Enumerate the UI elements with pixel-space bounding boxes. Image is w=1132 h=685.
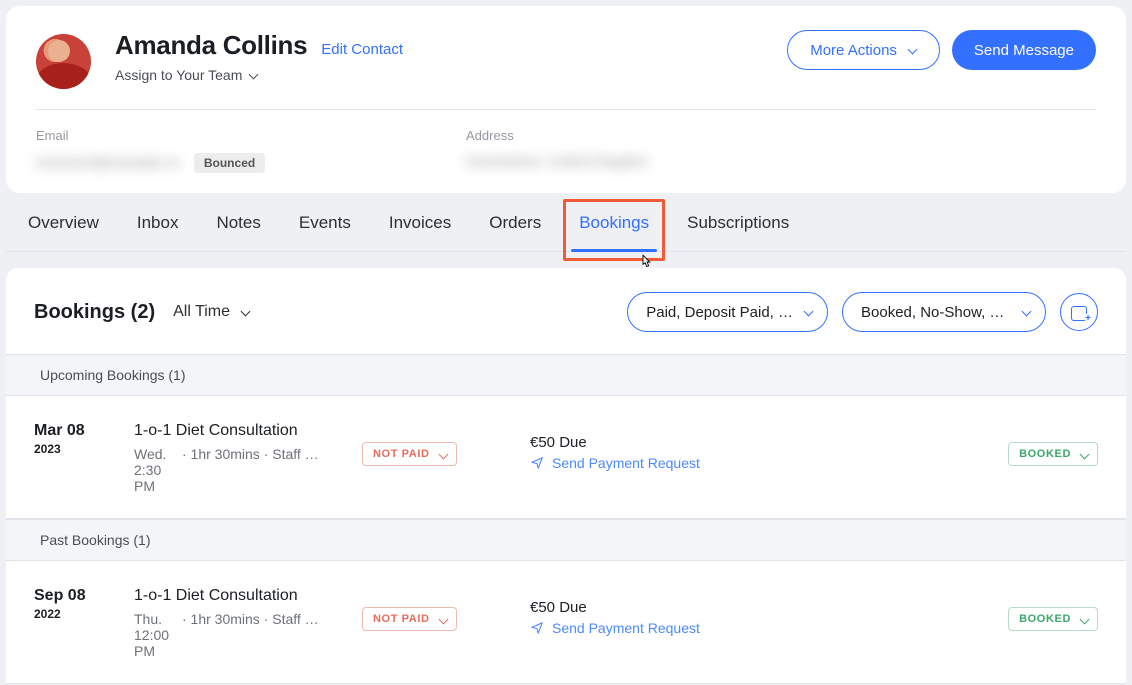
booking-row[interactable]: Mar 08 2023 1-o-1 Diet Consultation Wed. 2:… [6,396,1126,519]
contact-avatar[interactable] [36,34,91,89]
booking-details: 1-o-1 Diet Consultation Wed. 2:30 PM· 1hr… [134,422,334,494]
booking-title: 1-o-1 Diet Consultation [134,422,334,440]
booking-date-year: 2022 [34,607,106,621]
bookings-panel: Bookings (2) All Time Paid, Deposit Paid… [6,268,1126,684]
time-filter-dropdown[interactable]: All Time [173,303,250,321]
calendar-plus-icon [1070,303,1088,321]
booking-meta: · 1hr 30mins · Staff … [182,446,334,494]
tab-subscriptions[interactable]: Subscriptions [685,211,791,251]
chevron-down-icon [907,45,917,55]
booking-daytime: Thu. 12:00 PM [134,611,176,659]
booking-date-main: Mar 08 [34,422,106,440]
tab-events[interactable]: Events [297,211,353,251]
booking-status-label: BOOKED [1019,613,1071,625]
payment-filter-dropdown[interactable]: Paid, Deposit Paid, … [627,292,828,332]
chevron-down-icon [803,307,813,317]
cursor-pointer-icon [637,253,655,271]
booking-title: 1-o-1 Diet Consultation [134,587,334,605]
tab-inbox[interactable]: Inbox [135,211,181,251]
tab-overview[interactable]: Overview [26,211,101,251]
booking-date: Mar 08 2023 [34,422,106,456]
tab-orders[interactable]: Orders [487,211,543,251]
booking-date-main: Sep 08 [34,587,106,605]
send-message-button[interactable]: Send Message [952,30,1096,70]
assign-team-dropdown[interactable]: Assign to Your Team [115,67,403,83]
booking-status-label: BOOKED [1019,448,1071,460]
bookings-subsection-header: Past Bookings (1) [6,519,1126,561]
email-field-group: Email someone@example.co Bounced [36,128,286,173]
edit-contact-link[interactable]: Edit Contact [321,41,403,58]
send-payment-request-link[interactable]: Send Payment Request [530,620,960,636]
chevron-down-icon [240,307,250,317]
payment-status-chip[interactable]: NOT PAID [362,442,457,466]
chevron-down-icon [438,450,446,458]
email-value-redacted: someone@example.co [36,154,179,170]
payment-status-label: NOT PAID [373,448,430,460]
contact-identity: Amanda Collins Edit Contact Assign to Yo… [115,30,403,83]
new-booking-button[interactable] [1060,293,1098,331]
amount-due: €50 Due [530,434,960,451]
send-payment-request-label: Send Payment Request [552,455,700,471]
status-filter-label: Booked, No-Show, C… [861,304,1011,321]
address-value-redacted: Somewhere, United Kingdom [466,153,648,169]
divider [36,109,1096,110]
chevron-down-icon [248,70,258,80]
chevron-down-icon [1079,450,1087,458]
booking-meta: · 1hr 30mins · Staff … [182,611,334,659]
address-field-group: Address Somewhere, United Kingdom [466,128,716,173]
more-actions-button[interactable]: More Actions [787,30,940,70]
booking-details: 1-o-1 Diet Consultation Thu. 12:00 PM· 1h… [134,587,334,659]
send-icon [530,456,544,470]
send-payment-request-label: Send Payment Request [552,620,700,636]
payment-filter-label: Paid, Deposit Paid, … [646,304,793,321]
time-filter-label: All Time [173,303,230,321]
bookings-subsection-header: Upcoming Bookings (1) [6,354,1126,396]
send-payment-request-link[interactable]: Send Payment Request [530,455,960,471]
tab-invoices[interactable]: Invoices [387,211,453,251]
chevron-down-icon [1079,615,1087,623]
booking-status-chip[interactable]: BOOKED [1008,442,1098,466]
booking-row[interactable]: Sep 08 2022 1-o-1 Diet Consultation Thu. 12… [6,561,1126,684]
booking-status-chip[interactable]: BOOKED [1008,607,1098,631]
chevron-down-icon [1021,307,1031,317]
payment-status-chip[interactable]: NOT PAID [362,607,457,631]
tab-bookings[interactable]: Bookings [577,211,651,251]
address-label: Address [466,128,716,143]
contact-name: Amanda Collins [115,30,307,61]
tabs-bar: Overview Inbox Notes Events Invoices Orders Bo… [6,211,1126,252]
send-icon [530,621,544,635]
amount-due: €50 Due [530,599,960,616]
bookings-title: Bookings (2) [34,301,155,324]
tab-notes[interactable]: Notes [214,211,262,251]
status-filter-dropdown[interactable]: Booked, No-Show, C… [842,292,1046,332]
email-label: Email [36,128,286,143]
chevron-down-icon [438,615,446,623]
contact-header-card: Amanda Collins Edit Contact Assign to Yo… [6,6,1126,193]
payment-status-label: NOT PAID [373,613,430,625]
booking-date-year: 2023 [34,442,106,456]
booking-daytime: Wed. 2:30 PM [134,446,176,494]
send-message-label: Send Message [974,42,1074,59]
bounced-badge: Bounced [194,153,265,173]
assign-team-label: Assign to Your Team [115,67,242,83]
more-actions-label: More Actions [810,42,897,59]
booking-date: Sep 08 2022 [34,587,106,621]
